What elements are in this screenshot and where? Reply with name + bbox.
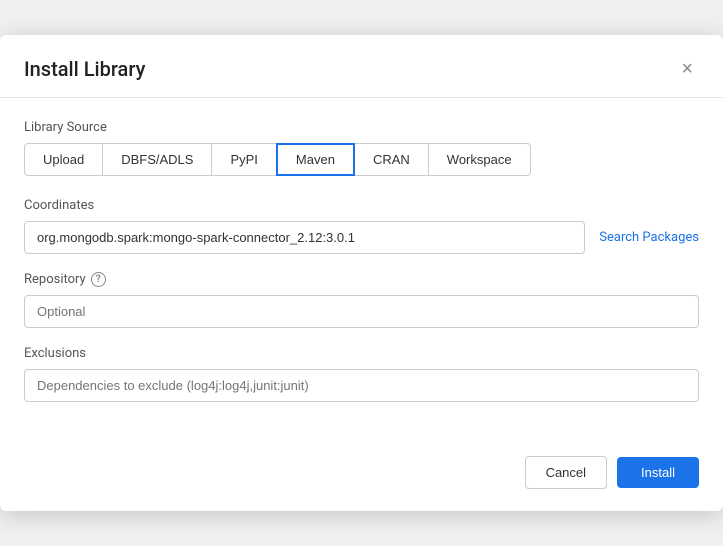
close-button[interactable]: × bbox=[675, 57, 699, 81]
tab-workspace[interactable]: Workspace bbox=[428, 143, 531, 176]
tab-upload[interactable]: Upload bbox=[24, 143, 103, 176]
search-packages-link[interactable]: Search Packages bbox=[599, 230, 699, 245]
coordinates-input[interactable] bbox=[24, 221, 585, 254]
cancel-button[interactable]: Cancel bbox=[525, 456, 607, 489]
library-source-section: Library Source Upload DBFS/ADLS PyPI Mav… bbox=[24, 120, 699, 176]
library-source-label: Library Source bbox=[24, 120, 699, 135]
repository-help-icon: ? bbox=[91, 272, 106, 287]
exclusions-input[interactable] bbox=[24, 369, 699, 402]
tab-pypi[interactable]: PyPI bbox=[211, 143, 276, 176]
install-button[interactable]: Install bbox=[617, 457, 699, 488]
tab-dbfs[interactable]: DBFS/ADLS bbox=[102, 143, 212, 176]
dialog-footer: Cancel Install bbox=[0, 440, 723, 511]
dialog-body: Library Source Upload DBFS/ADLS PyPI Mav… bbox=[0, 98, 723, 440]
install-library-dialog: Install Library × Library Source Upload … bbox=[0, 35, 723, 511]
tab-cran[interactable]: CRAN bbox=[354, 143, 429, 176]
exclusions-section: Exclusions bbox=[24, 346, 699, 402]
coordinates-label: Coordinates bbox=[24, 198, 699, 213]
dialog-header: Install Library × bbox=[0, 35, 723, 98]
coordinates-section: Coordinates Search Packages bbox=[24, 198, 699, 254]
exclusions-label: Exclusions bbox=[24, 346, 699, 361]
coordinates-row: Search Packages bbox=[24, 221, 699, 254]
dialog-title: Install Library bbox=[24, 57, 145, 81]
repository-section: Repository ? bbox=[24, 272, 699, 328]
repository-label: Repository ? bbox=[24, 272, 699, 287]
tab-maven[interactable]: Maven bbox=[276, 143, 355, 176]
source-tabs: Upload DBFS/ADLS PyPI Maven CRAN Workspa… bbox=[24, 143, 699, 176]
repository-input[interactable] bbox=[24, 295, 699, 328]
